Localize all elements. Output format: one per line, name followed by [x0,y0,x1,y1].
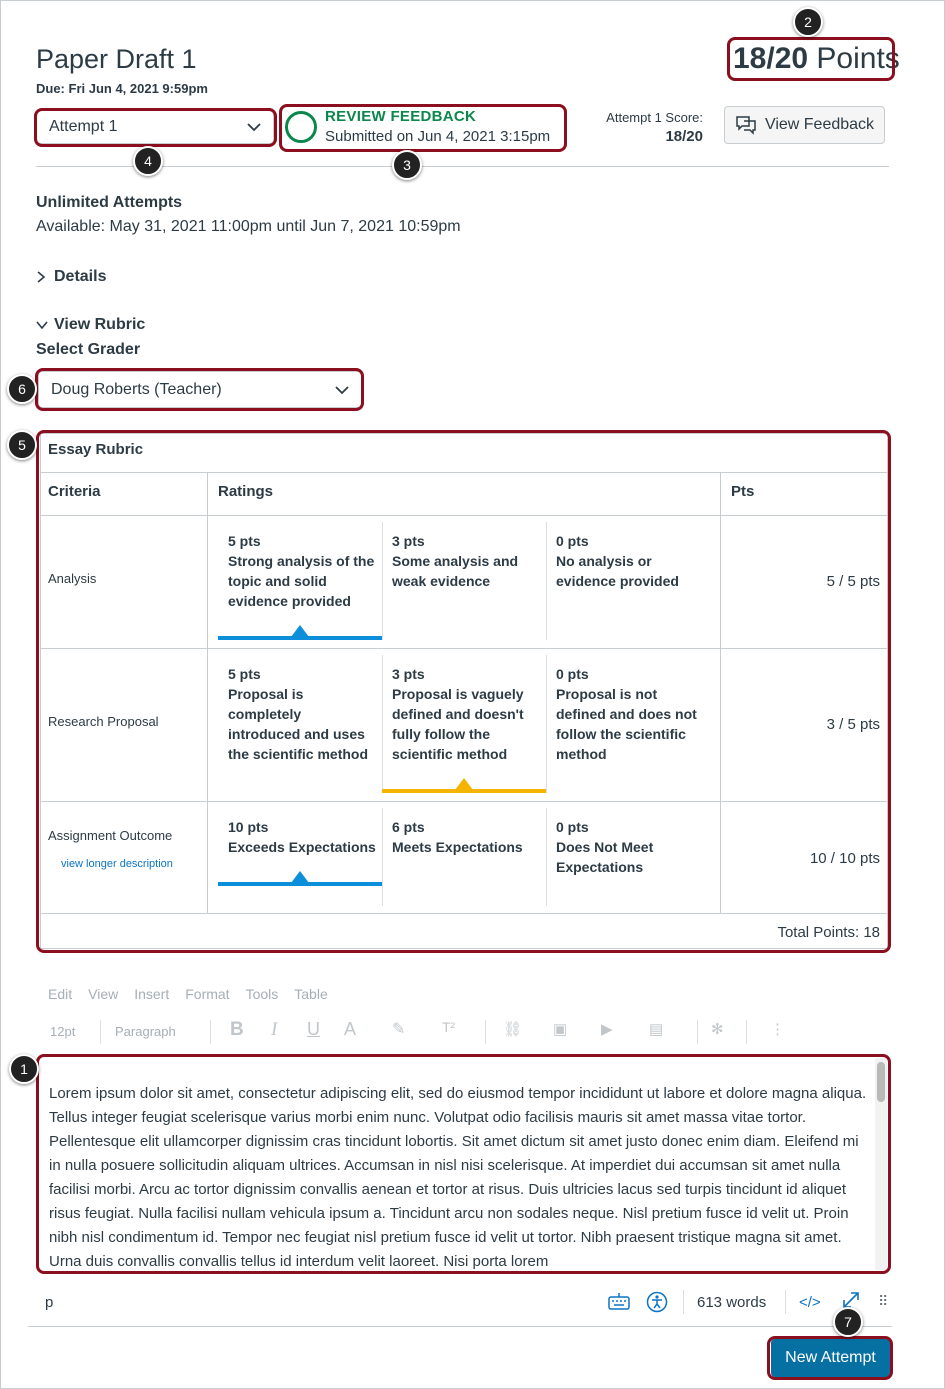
attempt-score-value: 18/20 [665,128,703,145]
select-grader-label: Select Grader [36,341,141,358]
image-icon[interactable]: ▣ [553,1020,567,1038]
superscript-icon[interactable]: T² [442,1019,455,1035]
resize-handle-icon[interactable]: ⠿ [878,1293,888,1310]
keyboard-icon[interactable] [608,1292,630,1310]
view-rubric-label: View Rubric [54,316,146,333]
callout-box-editor [36,1054,891,1274]
bold-icon[interactable]: B [230,1019,244,1041]
status-divider [683,1290,684,1314]
due-date: Due: Fri Jun 4, 2021 9:59pm [36,81,208,96]
menu-insert[interactable]: Insert [134,986,169,1002]
footer-divider [28,1326,892,1327]
view-rubric-toggle[interactable]: View Rubric [36,316,145,334]
link-icon[interactable]: ⛓ [503,1020,522,1038]
toolbar-divider [697,1020,698,1044]
view-feedback-button[interactable]: View Feedback [724,106,885,144]
status-divider [785,1290,786,1314]
menu-tools[interactable]: Tools [246,986,279,1002]
callout-box-rubric [36,430,891,953]
page-title: Paper Draft 1 [36,44,197,74]
callout-box-attempt [34,108,277,147]
editor-menubar: Edit View Insert Format Tools Table [48,986,328,1002]
toolbar-divider [100,1020,101,1044]
details-toggle[interactable]: Details [36,268,106,286]
feedback-icon [736,116,756,135]
toolbar-divider [210,1020,211,1044]
callout-badge-1: 1 [9,1054,39,1084]
menu-table[interactable]: Table [294,986,327,1002]
view-feedback-label: View Feedback [764,116,875,133]
callout-box-points [727,37,895,81]
divider [36,166,889,167]
italic-icon[interactable]: I [271,1019,277,1041]
callout-badge-7: 7 [833,1307,863,1337]
toolbar-divider [485,1020,486,1044]
attempt-score-label: Attempt 1 Score: [606,110,703,125]
callout-badge-6: 6 [7,374,37,404]
callout-box-grader [35,368,364,411]
details-toggle-label: Details [54,268,107,285]
toolbar-divider [746,1020,747,1044]
chevron-right-icon [37,271,46,283]
underline-icon[interactable]: U [307,1019,320,1040]
callout-badge-3: 3 [392,150,422,180]
text-color-icon[interactable]: A [344,1019,356,1040]
font-size-select[interactable]: 12pt [50,1024,75,1039]
callout-badge-4: 4 [133,146,163,176]
callout-badge-2: 2 [793,7,823,37]
callout-box-new-attempt [767,1336,893,1380]
menu-format[interactable]: Format [185,986,229,1002]
media-icon[interactable]: ▶ [601,1020,613,1038]
highlight-icon[interactable]: ✎ [392,1019,405,1039]
menu-view[interactable]: View [88,986,118,1002]
accessibility-icon[interactable] [646,1291,668,1313]
apps-icon[interactable]: ✻ [711,1020,724,1038]
menu-edit[interactable]: Edit [48,986,72,1002]
html-editor-toggle[interactable]: </> [799,1294,821,1311]
chevron-down-icon [36,321,48,330]
more-icon[interactable]: ⋮ [770,1020,785,1038]
callout-badge-5: 5 [7,430,37,460]
element-path: p [45,1294,54,1311]
callout-box-status [279,104,567,152]
word-count: 613 words [697,1294,767,1311]
attempts-heading: Unlimited Attempts [36,194,183,211]
block-format-select[interactable]: Paragraph [115,1024,176,1039]
document-icon[interactable]: ▤ [649,1020,663,1038]
availability-text: Available: May 31, 2021 11:00pm until Ju… [36,218,461,235]
